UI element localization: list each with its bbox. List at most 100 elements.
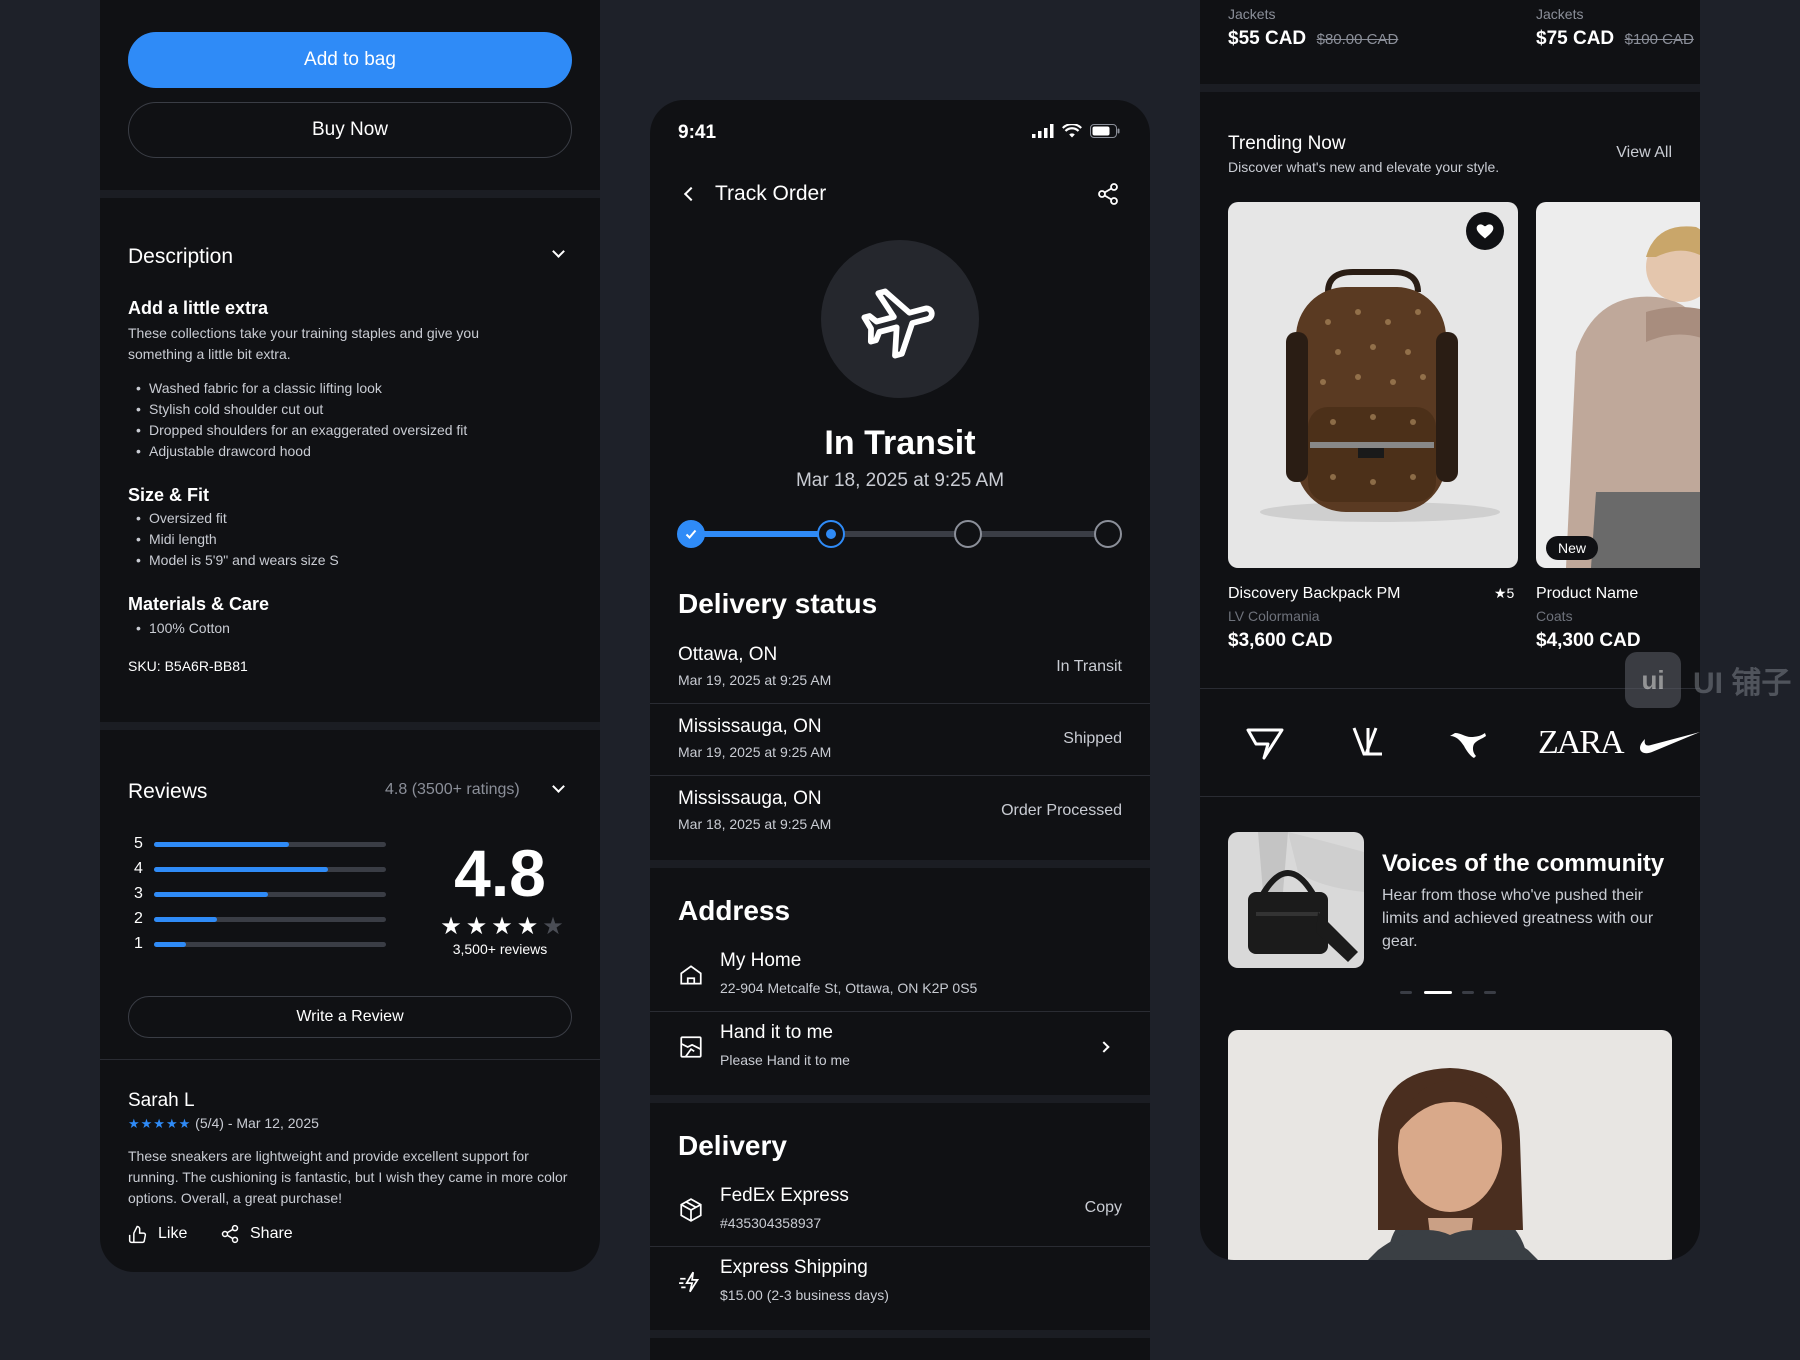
tracking-number: #435304358937 [720, 1215, 822, 1231]
product-image[interactable]: New [1536, 202, 1700, 568]
delivery-status-title: Delivery status [678, 588, 878, 619]
chevron-down-icon[interactable] [552, 245, 565, 258]
rating-bar-row: 5 [134, 834, 390, 854]
status-title: In Transit [824, 424, 976, 462]
star-icon: ★ [542, 913, 564, 940]
location-status: Shipped [1063, 730, 1122, 747]
airplane-icon [861, 288, 935, 359]
status-icon-circle [821, 240, 979, 398]
model-image [1566, 226, 1700, 568]
bag-photo [1248, 832, 1364, 962]
shipping-row: Express Shipping $15.00 (2-3 business da… [650, 1247, 1150, 1319]
product-price: $3,600 CAD [1228, 630, 1333, 651]
divider [100, 190, 600, 198]
product-price: $75 CAD [1536, 28, 1615, 49]
louis-vuitton-logo-icon[interactable] [1350, 724, 1386, 760]
progress-step-4 [1094, 520, 1122, 548]
share-button[interactable]: Share [220, 1224, 293, 1244]
product-image[interactable] [1228, 202, 1518, 568]
community-image[interactable] [1228, 832, 1364, 968]
backpack-image [1260, 269, 1500, 522]
carousel-dot-active[interactable] [1424, 991, 1452, 994]
gymshark-logo-icon[interactable] [1246, 726, 1286, 760]
chevron-down-icon[interactable] [552, 780, 565, 793]
carousel-dot[interactable] [1462, 991, 1474, 994]
review-text: These sneakers are lightweight and provi… [128, 1148, 568, 1206]
rating-bar-track [154, 941, 386, 947]
size-list: Oversized fit Midi length Model is 5'9" … [128, 508, 339, 571]
divider [650, 1095, 1150, 1103]
rating-bar-label: 5 [134, 835, 143, 852]
rating-bar-row: 4 [134, 859, 390, 879]
share-icon[interactable] [1096, 182, 1120, 206]
carrier-title: FedEx Express [720, 1185, 849, 1206]
current-dot [826, 529, 836, 539]
add-to-bag-button[interactable]: Add to bag [128, 32, 572, 88]
trending-subtitle: Discover what's new and elevate your sty… [1228, 159, 1500, 175]
location-status: In Transit [1056, 658, 1122, 675]
review-meta: (5/4) - Mar 12, 2025 [195, 1115, 319, 1131]
rating-bar-track [154, 866, 386, 872]
carousel-dot[interactable] [1484, 991, 1496, 994]
product-name[interactable]: Product Name [1536, 585, 1638, 603]
buy-now-button[interactable]: Buy Now [128, 102, 572, 158]
handover-icon [680, 1036, 702, 1058]
product-old-price: $80.00 CAD [1316, 31, 1399, 48]
carrier-row: FedEx Express #435304358937 Copy [650, 1175, 1150, 1247]
rating-bar-fill [154, 941, 187, 947]
nike-logo-icon[interactable] [1638, 728, 1700, 758]
feature-list: Washed fabric for a classic lifting look… [128, 378, 467, 462]
progress-step-1 [677, 520, 705, 548]
promo-image[interactable] [1228, 1030, 1672, 1260]
location-date: Mar 18, 2025 at 9:25 AM [678, 816, 832, 832]
location-city: Mississauga, ON [678, 788, 822, 809]
favorite-button[interactable] [1466, 212, 1504, 250]
zara-logo[interactable]: ZARA [1538, 724, 1625, 762]
delivery-title: Delivery [678, 1130, 787, 1161]
puma-logo-icon[interactable] [1448, 726, 1488, 760]
like-button[interactable]: Like [128, 1224, 187, 1244]
new-badge: New [1546, 536, 1599, 560]
rating-bar-track [154, 841, 386, 847]
size-title: Size & Fit [128, 485, 210, 505]
copy-button[interactable]: Copy [1085, 1199, 1122, 1217]
address-home-title: My Home [720, 950, 802, 971]
progress-fill [692, 531, 831, 537]
product-category: Jackets [1536, 6, 1584, 22]
rating-bar-label: 3 [134, 885, 143, 902]
product-name[interactable]: Discovery Backpack PM [1228, 585, 1401, 603]
rating-value: 4.8 [454, 836, 546, 910]
location-date: Mar 19, 2025 at 9:25 AM [678, 672, 832, 688]
address-home-sub: 22-904 Metcalfe St, Ottawa, ON K2P 0S5 [720, 980, 978, 996]
location-city: Mississauga, ON [678, 716, 822, 737]
address-home-row[interactable]: My Home 22-904 Metcalfe St, Ottawa, ON K… [650, 940, 1150, 1012]
divider [650, 1330, 1150, 1338]
reviews-title: Reviews [128, 780, 208, 803]
list-item: Mississauga, ON Mar 19, 2025 at 9:25 AM … [650, 704, 1150, 776]
list-item: Mississauga, ON Mar 18, 2025 at 9:25 AM … [650, 776, 1150, 848]
star-icon: ★ [440, 913, 462, 940]
rating-bar-label: 2 [134, 910, 143, 927]
extra-text: These collections take your training sta… [128, 325, 479, 362]
location-date: Mar 19, 2025 at 9:25 AM [678, 744, 832, 760]
rating-count: 3,500+ reviews [452, 941, 548, 957]
star-icon: ★ [465, 913, 488, 940]
community-text: Hear from those who've pushed their limi… [1382, 887, 1654, 950]
hand-it-sub: Please Hand it to me [720, 1052, 850, 1068]
rating-bar-label: 4 [134, 860, 143, 877]
view-all-link[interactable]: View All [1616, 144, 1672, 162]
materials-title: Materials & Care [128, 594, 270, 614]
product-price-row: $75 CAD $100 CAD [1536, 28, 1694, 50]
battery-icon [1090, 124, 1120, 138]
back-icon[interactable] [683, 186, 699, 202]
product-rating: ★5 [1494, 585, 1515, 601]
shipping-sub: $15.00 (2-3 business days) [720, 1287, 889, 1303]
rating-bar-fill [154, 866, 328, 872]
divider [100, 1059, 600, 1060]
carousel-dot[interactable] [1400, 991, 1412, 994]
write-review-button[interactable]: Write a Review [128, 996, 572, 1038]
list-item: 100% Cotton [128, 618, 230, 639]
hand-it-row[interactable]: Hand it to me Please Hand it to me [650, 1012, 1150, 1084]
list-item: Model is 5'9" and wears size S [128, 550, 339, 571]
location-city: Ottawa, ON [678, 644, 778, 665]
